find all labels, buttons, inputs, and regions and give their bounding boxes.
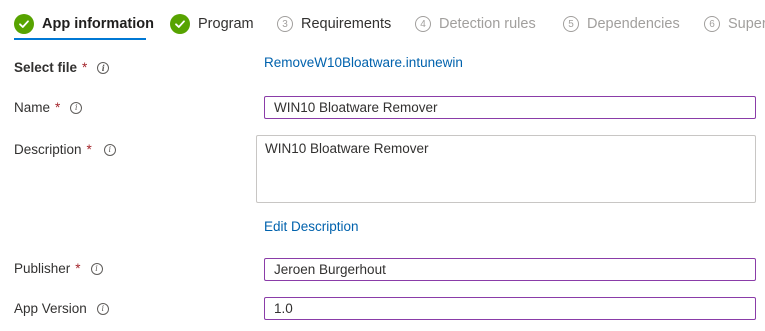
tab-label: Detection rules	[439, 16, 536, 32]
select-file-label: Select file * i	[14, 60, 110, 75]
app-version-label-text: App Version	[14, 301, 87, 316]
edit-description-link[interactable]: Edit Description	[264, 219, 359, 234]
required-marker: *	[86, 142, 92, 157]
info-icon[interactable]: i	[90, 262, 103, 275]
name-label-text: Name	[14, 100, 51, 115]
app-version-field[interactable]	[264, 297, 756, 320]
required-marker: *	[75, 261, 81, 276]
checkmark-circle-icon	[170, 14, 190, 34]
tab-label: App information	[42, 16, 154, 32]
publisher-label: Publisher * i	[14, 261, 103, 276]
tab-requirements[interactable]: 3 Requirements	[277, 12, 391, 36]
info-icon[interactable]: i	[70, 101, 83, 114]
select-file-label-text: Select file	[14, 60, 78, 75]
tab-dependencies[interactable]: 5 Dependencies	[563, 12, 680, 36]
tab-app-information[interactable]: App information	[14, 12, 154, 36]
checkmark-circle-icon	[14, 14, 34, 34]
publisher-label-text: Publisher	[14, 261, 71, 276]
description-label-text: Description	[14, 142, 82, 157]
description-label: Description * i	[14, 142, 116, 157]
info-icon[interactable]: i	[103, 143, 116, 156]
required-marker: *	[82, 60, 88, 75]
active-tab-indicator	[14, 38, 146, 40]
tab-label: Dependencies	[587, 16, 680, 32]
name-field[interactable]	[264, 96, 756, 119]
step-number-icon: 6	[704, 16, 720, 32]
step-number-icon: 3	[277, 16, 293, 32]
tab-supersedence[interactable]: 6 Super	[704, 12, 765, 36]
app-version-label: App Version i	[14, 301, 109, 316]
required-marker: *	[55, 100, 61, 115]
info-icon[interactable]: i	[97, 61, 110, 74]
wizard-tabs: App information Program 3 Requirements 4…	[0, 0, 765, 44]
tab-label: Super	[728, 16, 765, 32]
tab-label: Requirements	[301, 16, 392, 32]
step-number-icon: 4	[415, 16, 431, 32]
description-field[interactable]: WIN10 Bloatware Remover	[256, 135, 756, 203]
step-number-icon: 5	[563, 16, 579, 32]
tab-program[interactable]: Program	[170, 12, 254, 36]
publisher-field[interactable]	[264, 258, 756, 281]
selected-file-link[interactable]: RemoveW10Bloatware.intunewin	[264, 55, 463, 70]
name-label: Name * i	[14, 100, 83, 115]
tab-label: Program	[198, 16, 254, 32]
info-icon[interactable]: i	[96, 302, 109, 315]
tab-detection-rules[interactable]: 4 Detection rules	[415, 12, 536, 36]
